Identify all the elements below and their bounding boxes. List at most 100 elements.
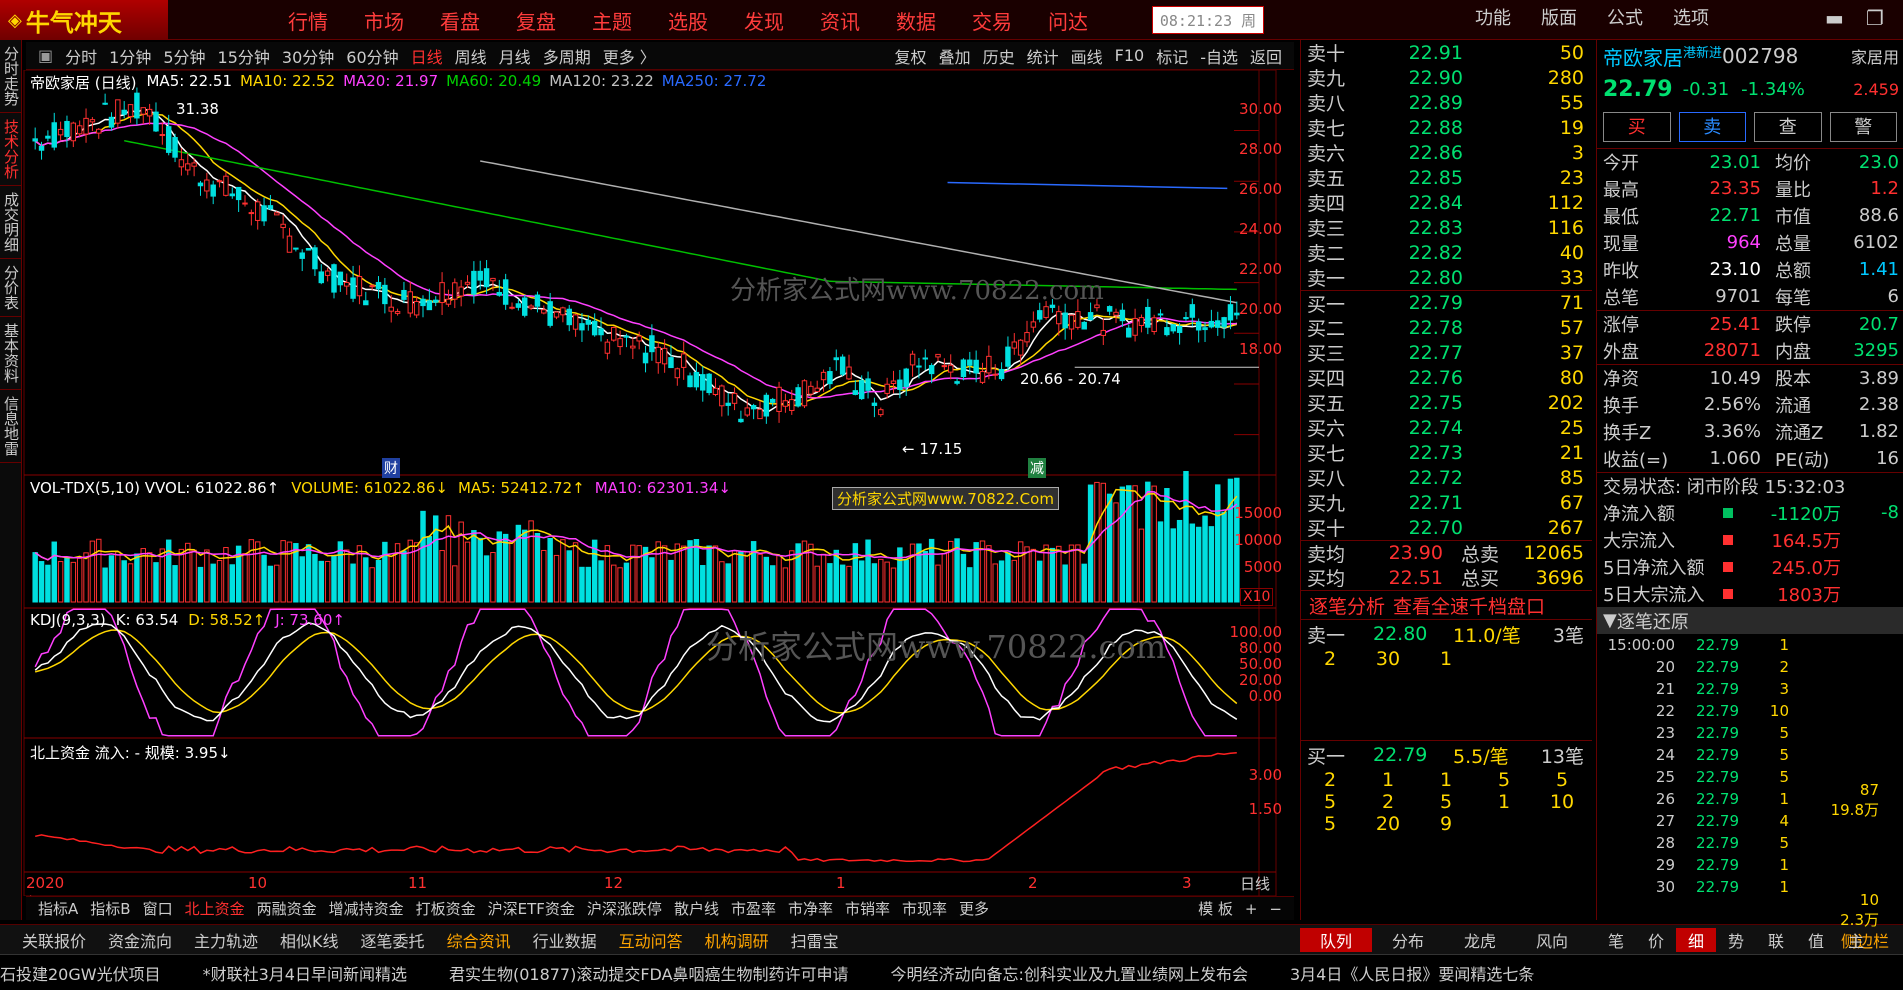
vtab-5[interactable]: 信息地雷 [0,390,22,463]
indicator-tab-8[interactable]: 沪深涨跌停 [587,898,662,919]
menu-item-5[interactable]: 选股 [668,6,708,35]
book-row[interactable]: 买八 22.72 85 [1301,465,1592,491]
indicator-tab-14[interactable]: 更多 [959,898,989,919]
indicator-tab-0[interactable]: 指标A [38,898,78,919]
analysis-tab-0[interactable]: 逐笔分析 [1309,592,1385,619]
indicator-tab-5[interactable]: 增减持资金 [329,898,404,919]
indicator-tab-7[interactable]: 沪深ETF资金 [488,898,575,919]
info-tab-2[interactable]: 细 [1676,928,1716,952]
bottom-tab-5[interactable]: 综合资讯 [447,928,511,952]
menu-item-4[interactable]: 主题 [592,6,632,35]
bottom-tab-6[interactable]: 行业数据 [533,928,597,952]
vtab-2[interactable]: 成交明细 [0,186,22,259]
book-row[interactable]: 买四 22.76 80 [1301,365,1592,391]
tool-btn-6[interactable]: 标记 [1156,44,1188,68]
news-item-3[interactable]: 今明经济动向备忘:创科实业及九置业绩网上发布会 [891,961,1248,985]
trade-btn-1[interactable]: 卖 [1678,112,1746,142]
trade-btn-0[interactable]: 买 [1603,112,1671,142]
reduce-marker[interactable]: 减 [1028,458,1046,478]
period-tab-7[interactable]: 周线 [455,44,487,68]
book-row[interactable]: 卖六 22.86 3 [1301,140,1592,166]
template-btn-2[interactable]: − [1269,900,1282,918]
menu-item-6[interactable]: 发现 [744,6,784,35]
menu-item-9[interactable]: 交易 [972,6,1012,35]
vtab-4[interactable]: 基本资料 [0,317,22,390]
indicator-tab-4[interactable]: 两融资金 [257,898,317,919]
restore-icon[interactable]: ❐ [1866,6,1884,30]
news-item-4[interactable]: 3月4日《人民日报》要闻精选七条 [1290,961,1534,985]
book-row[interactable]: 卖四 22.84 112 [1301,190,1592,216]
bottom-tab-1[interactable]: 资金流向 [108,928,172,952]
book-row[interactable]: 买五 22.75 202 [1301,390,1592,416]
tool-btn-4[interactable]: 画线 [1071,44,1103,68]
info-tab-6[interactable]: 主 [1836,928,1876,952]
period-tab-9[interactable]: 多周期 [543,44,591,68]
tool-btn-2[interactable]: 历史 [983,44,1015,68]
book-row[interactable]: 买六 22.74 25 [1301,415,1592,441]
tool-btn-1[interactable]: 叠加 [939,44,971,68]
tool-btn-5[interactable]: F10 [1115,46,1145,65]
minimize-icon[interactable]: ▬ [1825,6,1844,30]
info-tab-5[interactable]: 值 [1796,928,1836,952]
analysis-tab-1[interactable]: 查看全速千档盘口 [1393,592,1545,619]
book-tab-0[interactable]: 队列 [1300,928,1372,952]
menu-item-2[interactable]: 看盘 [440,6,480,35]
trade-btn-3[interactable]: 警 [1829,112,1897,142]
right-menu-item-0[interactable]: 功能 [1475,4,1511,30]
news-item-0[interactable]: 石投建20GW光伏项目 [0,961,161,985]
book-tab-2[interactable]: 龙虎 [1444,928,1516,952]
vtab-1[interactable]: 技术分析 [0,113,22,186]
period-tab-1[interactable]: 1分钟 [109,44,151,68]
book-row[interactable]: 卖八 22.89 55 [1301,90,1592,116]
menu-item-10[interactable]: 问达 [1048,6,1088,35]
book-tab-3[interactable]: 风向 [1516,928,1588,952]
book-row[interactable]: 卖一 22.80 33 [1301,265,1592,291]
book-row[interactable]: 卖九 22.90 280 [1301,65,1592,91]
news-item-1[interactable]: *财联社3月4日早间新闻精选 [203,961,407,985]
period-tab-3[interactable]: 15分钟 [218,44,270,68]
tool-btn-7[interactable]: -自选 [1200,44,1238,68]
period-tab-0[interactable]: 分时 [65,44,97,68]
menu-item-7[interactable]: 资讯 [820,6,860,35]
indicator-tab-6[interactable]: 打板资金 [416,898,476,919]
indicator-tab-3[interactable]: 北上资金 [185,898,245,919]
vtab-3[interactable]: 分价表 [0,259,22,317]
trade-btn-2[interactable]: 查 [1754,112,1822,142]
right-menu-item-3[interactable]: 选项 [1673,4,1709,30]
info-tab-3[interactable]: 势 [1716,928,1756,952]
grid-icon[interactable]: ▣ [38,46,53,65]
book-row[interactable]: 买九 22.71 67 [1301,490,1592,516]
book-row[interactable]: 买三 22.77 37 [1301,340,1592,366]
book-row[interactable]: 买一 22.79 71 [1301,290,1592,316]
bottom-tab-0[interactable]: 关联报价 [22,928,86,952]
bottom-tab-3[interactable]: 相似K线 [280,928,339,952]
bottom-tab-8[interactable]: 机构调研 [705,928,769,952]
right-menu-item-1[interactable]: 版面 [1541,4,1577,30]
template-btn-1[interactable]: + [1245,900,1258,918]
period-tab-10[interactable]: 更多 〉 [603,44,656,68]
indicator-tab-2[interactable]: 窗口 [143,898,173,919]
bottom-tab-2[interactable]: 主力轨迹 [194,928,258,952]
info-tab-1[interactable]: 价 [1636,928,1676,952]
period-tab-5[interactable]: 60分钟 [346,44,398,68]
news-item-2[interactable]: 君实生物(01877)滚动提交FDA鼻咽癌生物制药许可申请 [449,961,849,985]
period-tab-6[interactable]: 日线 [411,44,443,68]
menu-item-8[interactable]: 数据 [896,6,936,35]
book-row[interactable]: 卖三 22.83 116 [1301,215,1592,241]
menu-item-1[interactable]: 市场 [364,6,404,35]
book-row[interactable]: 买十 22.70 267 [1301,515,1592,541]
tool-btn-3[interactable]: 统计 [1027,44,1059,68]
tool-btn-0[interactable]: 复权 [895,44,927,68]
tool-btn-8[interactable]: 返回 [1250,44,1282,68]
stock-name[interactable]: 帝欧家居 [1603,42,1683,71]
period-tab-4[interactable]: 30分钟 [282,44,334,68]
collapse-icon[interactable]: ▼ [1603,610,1617,631]
right-menu-item-2[interactable]: 公式 [1607,4,1643,30]
indicator-tab-13[interactable]: 市现率 [902,898,947,919]
indicator-tab-12[interactable]: 市销率 [845,898,890,919]
bottom-tab-9[interactable]: 扫雷宝 [791,928,839,952]
menu-item-3[interactable]: 复盘 [516,6,556,35]
template-btn-0[interactable]: 模 板 [1198,898,1233,919]
vtab-0[interactable]: 分时走势 [0,40,22,113]
indicator-tab-1[interactable]: 指标B [90,898,130,919]
